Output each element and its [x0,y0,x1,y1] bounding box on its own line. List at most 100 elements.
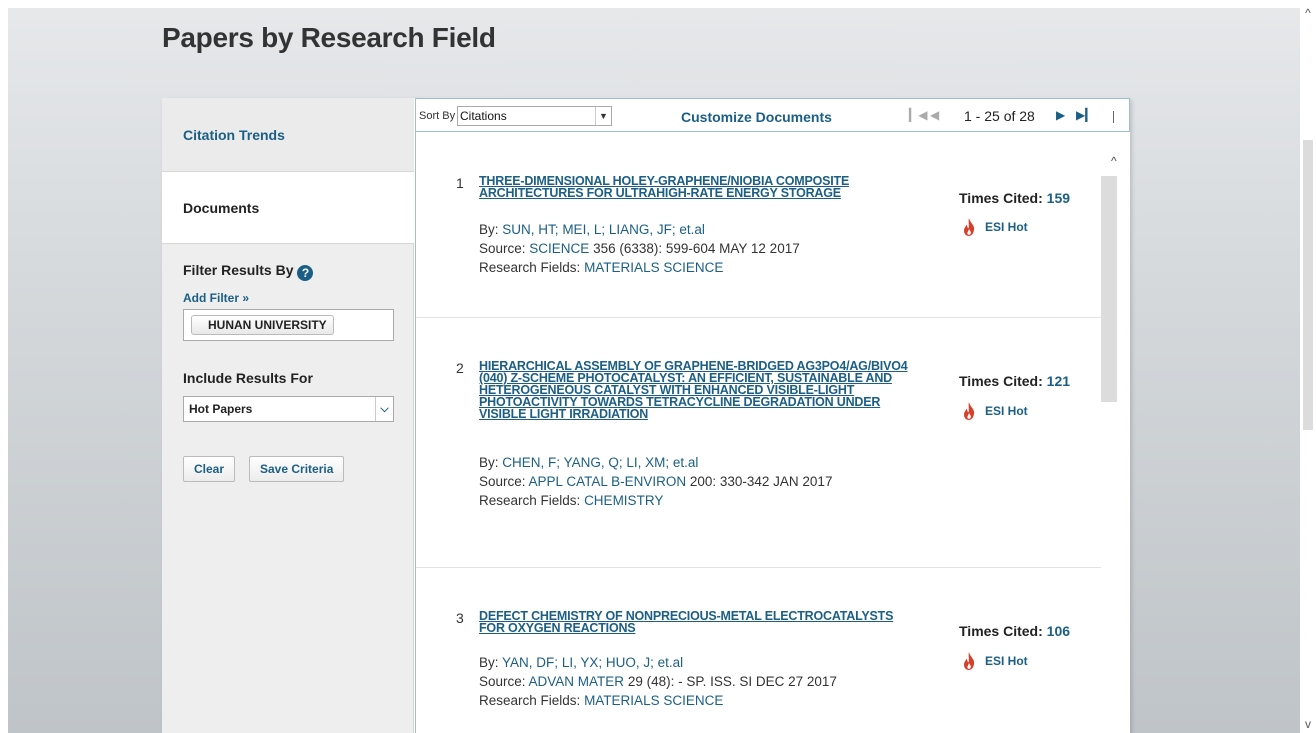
chevron-down-icon[interactable]: ▼ [595,107,611,125]
next-page-icon[interactable]: ▶ [1056,108,1065,122]
prev-page-icon[interactable]: ◀ [930,108,939,122]
doc-meta: By: CHEN, F; YANG, Q; LI, XM; et.al Sour… [479,453,832,510]
author-link[interactable]: YANG, Q; [564,455,623,470]
add-filter-link[interactable]: Add Filter » [183,291,249,305]
source-details: 200: 330-342 JAN 2017 [686,474,833,489]
doc-title-link[interactable]: HIERARCHICAL ASSEMBLY OF GRAPHENE-BRIDGE… [479,360,914,421]
doc-meta: By: SUN, HT; MEI, L; LIANG, JF; et.al So… [479,220,800,277]
source-label: Source: [479,674,526,689]
flame-icon [964,652,975,670]
toolbar-divider [1113,111,1114,123]
list-scrollbar[interactable]: ^ [1101,132,1130,733]
by-label: By: [479,222,499,237]
author-link[interactable]: YAN, DF; [502,655,558,670]
tab-documents[interactable]: Documents [162,172,414,244]
source-details: 356 (6338): 599-604 MAY 12 2017 [589,241,800,256]
doc-title-link[interactable]: THREE-DIMENSIONAL HOLEY-GRAPHENE/NIOBIA … [479,175,914,200]
doc-number: 2 [456,360,464,376]
author-link[interactable]: CHEN, F; [502,455,560,470]
esi-hot-badge: ESI Hot [962,402,1028,420]
esi-hot-badge: ESI Hot [962,218,1028,236]
documents-list: ^ 1 THREE-DIMENSIONAL HOLEY-GRAPHENE/NIO… [415,132,1130,733]
results-toolbar: Sort By Citations ▼ Customize Documents … [415,98,1130,132]
filter-results-text: Filter Results By [183,262,294,278]
sort-by-label: Sort By [419,110,456,122]
et-al-link[interactable]: et.al [673,455,699,470]
fields-label: Research Fields: [479,693,581,708]
doc-number: 3 [456,610,464,626]
doc-source: Source: ADVAN MATER 29 (48): - SP. ISS. … [479,672,837,691]
scroll-down-icon[interactable]: v [1302,717,1314,731]
journal-link[interactable]: ADVAN MATER [529,674,625,689]
times-cited: Times Cited: 121 [959,373,1070,389]
top-strip [0,0,1316,8]
doc-number: 1 [456,175,464,191]
clear-button[interactable]: Clear [183,456,236,482]
list-item: 1 THREE-DIMENSIONAL HOLEY-GRAPHENE/NIOBI… [416,132,1101,318]
journal-link[interactable]: SCIENCE [529,241,589,256]
source-label: Source: [479,474,526,489]
et-al-link[interactable]: et.al [679,222,705,237]
sort-value: Citations [460,109,507,123]
esi-hot-label: ESI Hot [985,220,1028,234]
sort-select[interactable]: Citations ▼ [457,106,612,126]
times-cited-label: Times Cited: [959,373,1043,389]
help-icon[interactable]: ? [297,265,314,281]
save-criteria-button[interactable]: Save Criteria [249,456,345,482]
journal-link[interactable]: APPL CATAL B-ENVIRON [529,474,687,489]
customize-documents-link[interactable]: Customize Documents [681,109,832,125]
author-link[interactable]: HUO, J; [606,655,654,670]
times-cited: Times Cited: 159 [959,190,1070,206]
doc-title-link[interactable]: DEFECT CHEMISTRY OF NONPRECIOUS-METAL EL… [479,610,914,635]
flame-icon [964,218,975,236]
research-field-link[interactable]: CHEMISTRY [584,493,663,508]
scrollbar-thumb[interactable] [1101,176,1117,402]
by-label: By: [479,655,499,670]
list-item: 3 DEFECT CHEMISTRY OF NONPRECIOUS-METAL … [416,568,1101,733]
main-panel: Citation Trends Documents Filter Results… [162,98,1130,733]
first-page-icon[interactable]: ▎◀ [909,108,927,122]
fields-label: Research Fields: [479,260,581,275]
include-results-select[interactable]: Hot Papers ⌵ [183,396,394,422]
doc-authors: By: CHEN, F; YANG, Q; LI, XM; et.al [479,453,832,472]
scroll-up-icon[interactable]: ^ [1111,154,1117,168]
esi-hot-label: ESI Hot [985,654,1028,668]
page-range: 1 - 25 of 28 [964,108,1035,124]
times-cited-count[interactable]: 121 [1047,373,1070,389]
doc-fields: Research Fields: CHEMISTRY [479,491,832,510]
author-link[interactable]: LI, YX; [562,655,602,670]
esi-hot-label: ESI Hot [985,404,1028,418]
filter-chip[interactable]: HUNAN UNIVERSITY [191,315,334,335]
research-field-link[interactable]: MATERIALS SCIENCE [584,260,723,275]
page-scrollbar[interactable]: ^ v [1300,0,1316,733]
doc-authors: By: YAN, DF; LI, YX; HUO, J; et.al [479,653,837,672]
last-page-icon[interactable]: ▶▎ [1076,108,1094,122]
author-link[interactable]: MEI, L; [562,222,605,237]
left-strip [0,0,8,733]
doc-authors: By: SUN, HT; MEI, L; LIANG, JF; et.al [479,220,800,239]
author-link[interactable]: LIANG, JF; [609,222,676,237]
scroll-up-icon[interactable]: ^ [1302,6,1314,20]
source-details: 29 (48): - SP. ISS. SI DEC 27 2017 [624,674,837,689]
times-cited-label: Times Cited: [959,190,1043,206]
list-item: 2 HIERARCHICAL ASSEMBLY OF GRAPHENE-BRID… [416,318,1101,568]
doc-meta: By: YAN, DF; LI, YX; HUO, J; et.al Sourc… [479,653,837,710]
doc-fields: Research Fields: MATERIALS SCIENCE [479,258,800,277]
scrollbar-thumb[interactable] [1303,140,1313,430]
fields-label: Research Fields: [479,493,581,508]
author-link[interactable]: SUN, HT; [502,222,558,237]
author-link[interactable]: LI, XM; [626,455,669,470]
chevron-down-icon[interactable]: ⌵ [375,397,393,421]
flame-icon [964,402,975,420]
times-cited-count[interactable]: 159 [1047,190,1070,206]
doc-fields: Research Fields: MATERIALS SCIENCE [479,691,837,710]
times-cited-count[interactable]: 106 [1047,623,1070,639]
research-field-link[interactable]: MATERIALS SCIENCE [584,693,723,708]
include-results-value: Hot Papers [189,402,253,416]
esi-hot-badge: ESI Hot [962,652,1028,670]
sidebar: Citation Trends Documents Filter Results… [162,98,414,733]
include-results-label: Include Results For [183,370,313,386]
et-al-link[interactable]: et.al [658,655,684,670]
times-cited: Times Cited: 106 [959,623,1070,639]
tab-citation-trends[interactable]: Citation Trends [162,98,414,172]
